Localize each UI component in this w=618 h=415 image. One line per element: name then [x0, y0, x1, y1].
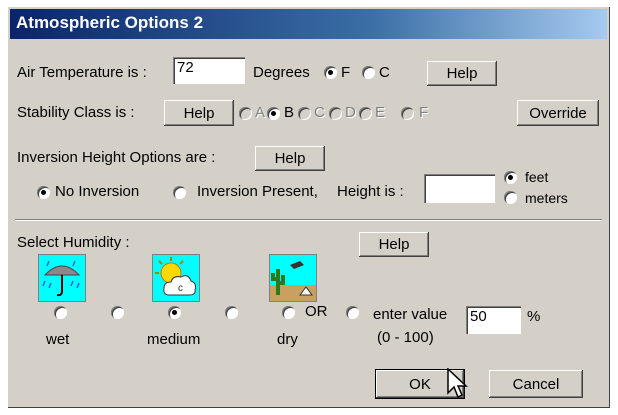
- stability-help-button[interactable]: Help: [164, 100, 234, 126]
- humidity-label: Select Humidity :: [17, 234, 130, 251]
- section-divider: [15, 219, 602, 221]
- radio-class-b[interactable]: [267, 107, 280, 120]
- desert-cactus-icon[interactable]: [269, 254, 317, 302]
- radio-meters[interactable]: [504, 191, 517, 204]
- temperature-label: Air Temperature is :: [17, 64, 147, 81]
- class-d-label: D: [345, 104, 356, 121]
- no-inversion-label: No Inversion: [55, 183, 140, 200]
- class-b-label: B: [284, 104, 295, 121]
- or-label: OR: [305, 303, 328, 320]
- radio-no-inversion[interactable]: [37, 186, 50, 199]
- radio-class-f[interactable]: [401, 107, 414, 120]
- title-bar: Atmospheric Options 2: [10, 9, 607, 39]
- temperature-input[interactable]: 72: [173, 57, 245, 84]
- inversion-label: Inversion Height Options are :: [17, 149, 216, 166]
- radio-humidity-enter-value[interactable]: [346, 306, 359, 319]
- mouse-cursor-icon: [447, 368, 468, 399]
- radio-celsius[interactable]: [362, 66, 375, 79]
- inversion-present-label: Inversion Present,: [197, 183, 318, 200]
- height-label: Height is :: [337, 183, 404, 200]
- radio-humidity-wet-medium[interactable]: [111, 306, 124, 319]
- radio-humidity-medium-dry[interactable]: [225, 306, 238, 319]
- radio-class-a[interactable]: [239, 107, 252, 120]
- percent-label: %: [527, 308, 541, 325]
- radio-humidity-medium[interactable]: [168, 306, 181, 319]
- class-c-label: C: [314, 104, 325, 121]
- radio-humidity-dry[interactable]: [282, 306, 295, 319]
- cancel-button[interactable]: Cancel: [489, 370, 583, 398]
- dialog-window: Atmospheric Options 2 Air Temperature is…: [7, 6, 610, 408]
- humidity-help-button[interactable]: Help: [359, 232, 429, 257]
- class-e-label: E: [375, 104, 386, 121]
- radio-class-c[interactable]: [298, 107, 311, 120]
- class-f-label: F: [419, 104, 429, 121]
- inversion-help-button[interactable]: Help: [255, 146, 325, 171]
- inversion-height-input[interactable]: [424, 174, 495, 203]
- radio-feet[interactable]: [504, 171, 517, 184]
- window-title: Atmospheric Options 2: [16, 13, 204, 32]
- enter-value-label: enter value: [373, 306, 448, 323]
- feet-label: feet: [525, 169, 549, 185]
- svg-text:c: c: [178, 283, 183, 294]
- radio-humidity-wet[interactable]: [54, 306, 67, 319]
- class-a-label: A: [255, 104, 266, 121]
- stability-label: Stability Class is :: [17, 104, 135, 121]
- override-button[interactable]: Override: [517, 100, 599, 126]
- radio-class-d[interactable]: [329, 107, 342, 120]
- radio-fahrenheit[interactable]: [324, 66, 337, 79]
- range-label: (0 - 100): [377, 329, 434, 346]
- sun-cloud-icon[interactable]: c: [152, 254, 200, 302]
- radio-inversion-present[interactable]: [173, 186, 186, 199]
- wet-label: wet: [46, 331, 70, 348]
- meters-label: meters: [525, 190, 568, 206]
- humidity-value-input[interactable]: 50: [466, 306, 521, 334]
- degrees-label: Degrees: [253, 64, 310, 81]
- dry-label: dry: [277, 331, 298, 348]
- celsius-label: C: [379, 64, 390, 81]
- radio-class-e[interactable]: [359, 107, 372, 120]
- temperature-help-button[interactable]: Help: [427, 61, 497, 86]
- medium-label: medium: [147, 331, 201, 348]
- fahrenheit-label: F: [341, 64, 351, 81]
- rain-umbrella-icon[interactable]: [38, 254, 86, 302]
